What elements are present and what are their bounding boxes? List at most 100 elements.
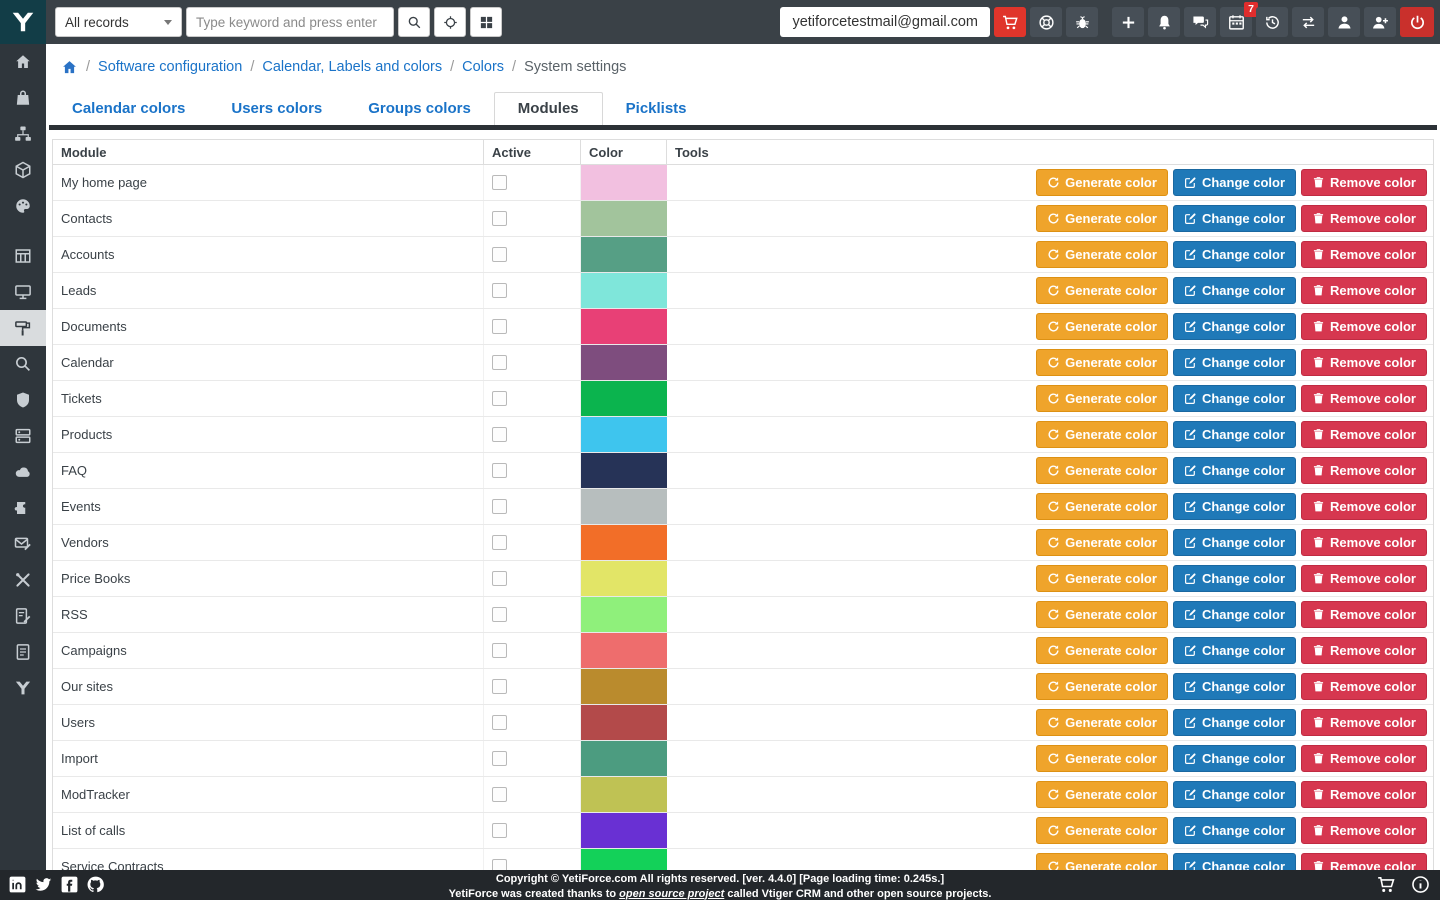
active-checkbox[interactable] <box>492 211 507 226</box>
generate-color-button[interactable]: Generate color <box>1036 313 1168 340</box>
change-color-button[interactable]: Change color <box>1173 457 1296 484</box>
generate-color-button[interactable]: Generate color <box>1036 601 1168 628</box>
generate-color-button[interactable]: Generate color <box>1036 169 1168 196</box>
sidebar-item-colors[interactable] <box>0 310 46 346</box>
records-filter-dropdown[interactable]: All records <box>55 7 182 37</box>
calendar-button[interactable]: 7 <box>1220 7 1252 37</box>
color-swatch[interactable] <box>581 813 667 848</box>
change-color-button[interactable]: Change color <box>1173 709 1296 736</box>
remove-color-button[interactable]: Remove color <box>1301 745 1427 772</box>
change-color-button[interactable]: Change color <box>1173 241 1296 268</box>
change-color-button[interactable]: Change color <box>1173 745 1296 772</box>
sidebar-item-security[interactable] <box>0 382 46 418</box>
generate-color-button[interactable]: Generate color <box>1036 817 1168 844</box>
tab-users-colors[interactable]: Users colors <box>208 93 345 125</box>
open-source-project-link[interactable]: open source project <box>619 888 724 900</box>
search-submit-button[interactable] <box>398 7 430 37</box>
generate-color-button[interactable]: Generate color <box>1036 709 1168 736</box>
sidebar-item-documents[interactable] <box>0 634 46 670</box>
color-swatch[interactable] <box>581 237 667 272</box>
color-swatch[interactable] <box>581 165 667 200</box>
change-color-button[interactable]: Change color <box>1173 277 1296 304</box>
linkedin-link[interactable] <box>8 875 27 894</box>
sidebar-item-home[interactable] <box>0 44 46 80</box>
remove-color-button[interactable]: Remove color <box>1301 673 1427 700</box>
change-color-button[interactable]: Change color <box>1173 781 1296 808</box>
change-color-button[interactable]: Change color <box>1173 493 1296 520</box>
active-checkbox[interactable] <box>492 535 507 550</box>
generate-color-button[interactable]: Generate color <box>1036 565 1168 592</box>
sidebar-item-modules[interactable] <box>0 152 46 188</box>
color-swatch[interactable] <box>581 777 667 812</box>
remove-color-button[interactable]: Remove color <box>1301 277 1427 304</box>
bug-report-button[interactable] <box>1066 7 1098 37</box>
remove-color-button[interactable]: Remove color <box>1301 781 1427 808</box>
color-swatch[interactable] <box>581 201 667 236</box>
tab-picklists[interactable]: Picklists <box>603 93 710 125</box>
color-swatch[interactable] <box>581 345 667 380</box>
active-checkbox[interactable] <box>492 571 507 586</box>
sidebar-item-colors-group[interactable] <box>0 188 46 224</box>
active-checkbox[interactable] <box>492 787 507 802</box>
active-checkbox[interactable] <box>492 355 507 370</box>
sidebar-item-tools[interactable] <box>0 562 46 598</box>
quick-create-button[interactable] <box>1112 7 1144 37</box>
sidebar-item-forms[interactable] <box>0 598 46 634</box>
remove-color-button[interactable]: Remove color <box>1301 313 1427 340</box>
active-checkbox[interactable] <box>492 751 507 766</box>
generate-color-button[interactable]: Generate color <box>1036 673 1168 700</box>
change-color-button[interactable]: Change color <box>1173 529 1296 556</box>
color-swatch[interactable] <box>581 741 667 776</box>
change-color-button[interactable]: Change color <box>1173 817 1296 844</box>
generate-color-button[interactable]: Generate color <box>1036 277 1168 304</box>
remove-color-button[interactable]: Remove color <box>1301 385 1427 412</box>
github-link[interactable] <box>86 875 105 894</box>
change-color-button[interactable]: Change color <box>1173 565 1296 592</box>
active-checkbox[interactable] <box>492 499 507 514</box>
generate-color-button[interactable]: Generate color <box>1036 349 1168 376</box>
remove-color-button[interactable]: Remove color <box>1301 241 1427 268</box>
remove-color-button[interactable]: Remove color <box>1301 709 1427 736</box>
remove-color-button[interactable]: Remove color <box>1301 637 1427 664</box>
active-checkbox[interactable] <box>492 715 507 730</box>
yetiforce-logo[interactable] <box>0 0 46 44</box>
history-button[interactable] <box>1256 7 1288 37</box>
switch-user-button[interactable] <box>1292 7 1324 37</box>
home-icon[interactable] <box>61 59 78 76</box>
tab-modules[interactable]: Modules <box>494 92 603 125</box>
cart-icon[interactable] <box>1377 875 1396 894</box>
sidebar-item-reports[interactable] <box>0 238 46 274</box>
color-swatch[interactable] <box>581 489 667 524</box>
logout-button[interactable] <box>1400 7 1434 37</box>
remove-color-button[interactable]: Remove color <box>1301 421 1427 448</box>
generate-color-button[interactable]: Generate color <box>1036 457 1168 484</box>
profile-button[interactable] <box>1328 7 1360 37</box>
generate-color-button[interactable]: Generate color <box>1036 421 1168 448</box>
active-checkbox[interactable] <box>492 175 507 190</box>
active-checkbox[interactable] <box>492 463 507 478</box>
generate-color-button[interactable]: Generate color <box>1036 745 1168 772</box>
change-color-button[interactable]: Change color <box>1173 313 1296 340</box>
remove-color-button[interactable]: Remove color <box>1301 205 1427 232</box>
color-swatch[interactable] <box>581 669 667 704</box>
active-checkbox[interactable] <box>492 607 507 622</box>
generate-color-button[interactable]: Generate color <box>1036 529 1168 556</box>
active-checkbox[interactable] <box>492 247 507 262</box>
remove-color-button[interactable]: Remove color <box>1301 601 1427 628</box>
remove-color-button[interactable]: Remove color <box>1301 493 1427 520</box>
sidebar-item-shop[interactable] <box>0 80 46 116</box>
remove-color-button[interactable]: Remove color <box>1301 349 1427 376</box>
grid-view-button[interactable] <box>470 7 502 37</box>
active-checkbox[interactable] <box>492 823 507 838</box>
color-swatch[interactable] <box>581 417 667 452</box>
active-checkbox[interactable] <box>492 391 507 406</box>
change-color-button[interactable]: Change color <box>1173 385 1296 412</box>
color-swatch[interactable] <box>581 309 667 344</box>
generate-color-button[interactable]: Generate color <box>1036 385 1168 412</box>
breadcrumb-link[interactable]: Software configuration <box>98 59 242 75</box>
active-checkbox[interactable] <box>492 643 507 658</box>
sidebar-item-cloud[interactable] <box>0 454 46 490</box>
change-color-button[interactable]: Change color <box>1173 205 1296 232</box>
generate-color-button[interactable]: Generate color <box>1036 493 1168 520</box>
remove-color-button[interactable]: Remove color <box>1301 529 1427 556</box>
